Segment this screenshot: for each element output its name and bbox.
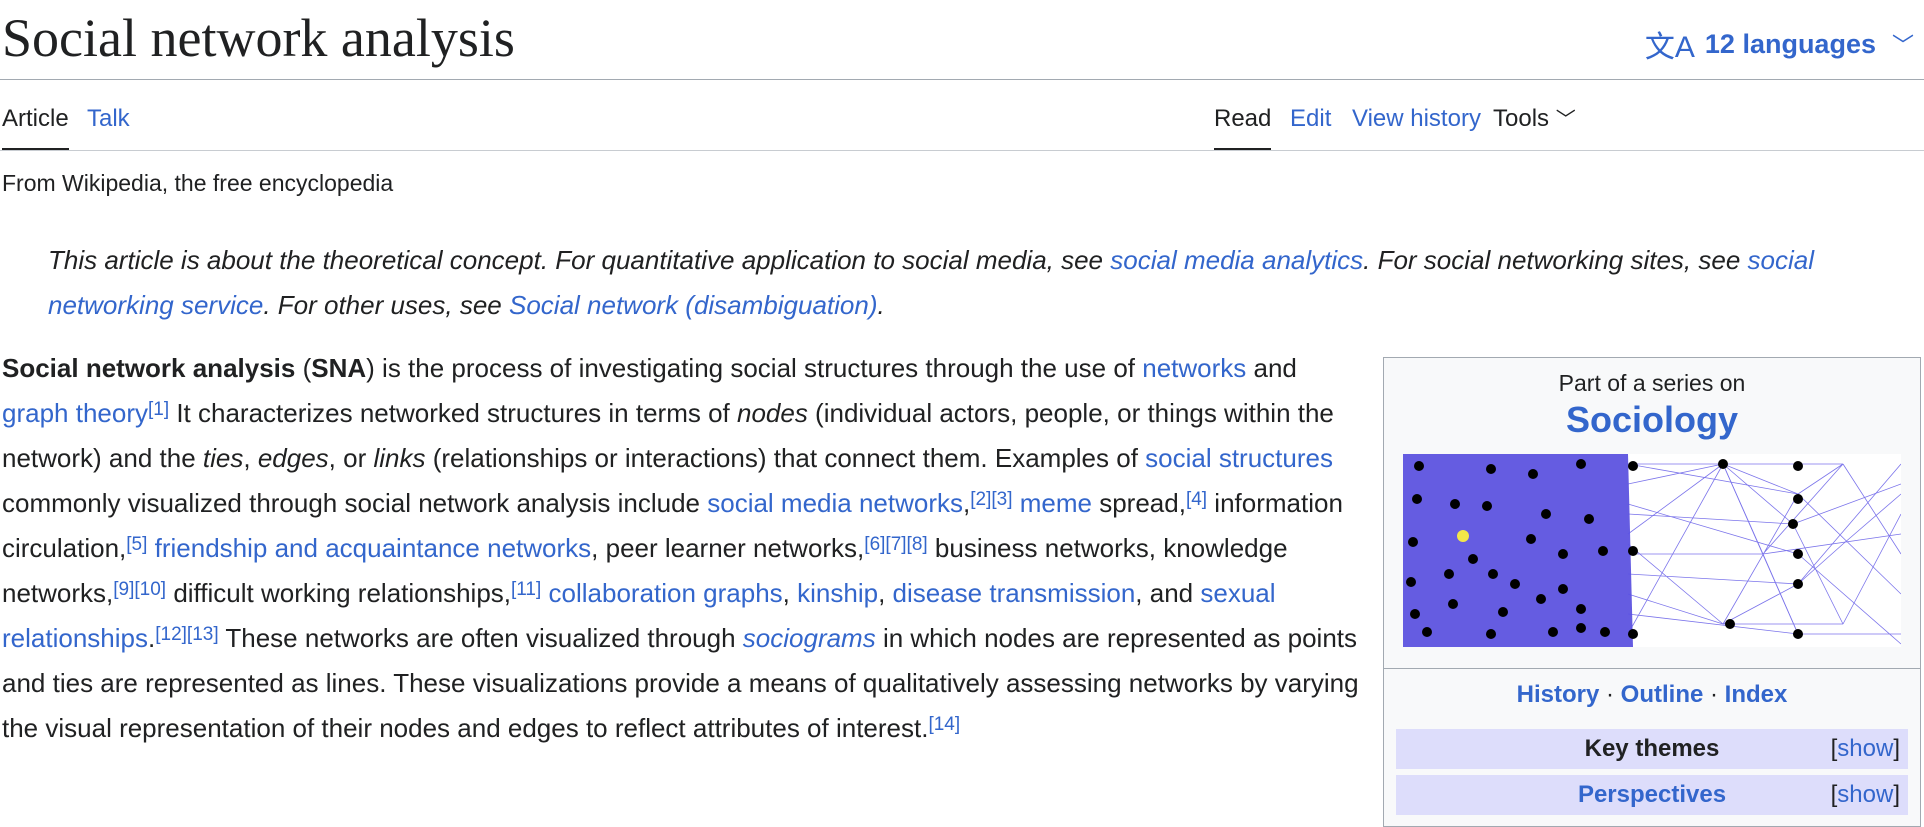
translate-icon: 文A: [1644, 31, 1695, 64]
social-network-graph-image[interactable]: [1403, 454, 1901, 647]
citation-14[interactable]: [14]: [928, 714, 960, 735]
hatnote-text: . For other uses, see: [263, 290, 509, 320]
tab-edit[interactable]: Edit: [1290, 98, 1331, 148]
tools-menu-button[interactable]: Tools ﹀: [1493, 98, 1576, 149]
citation-8[interactable]: [8]: [907, 534, 928, 555]
tab-article[interactable]: Article: [2, 98, 69, 151]
link-collaboration-graphs[interactable]: collaboration graphs: [549, 578, 783, 608]
languages-label: 12 languages: [1704, 28, 1876, 59]
link-meme[interactable]: meme: [1020, 488, 1092, 518]
bold-term: Social network analysis: [2, 353, 296, 383]
highlighted-node: [1457, 530, 1469, 542]
citation-7[interactable]: [7]: [885, 534, 906, 555]
link-graph-theory[interactable]: graph theory: [2, 398, 148, 428]
citation-4[interactable]: [4]: [1186, 489, 1207, 510]
tab-view-history[interactable]: View history: [1352, 98, 1481, 148]
language-selector-button[interactable]: 文A 12 languages ﹀: [1645, 22, 1914, 66]
tab-read[interactable]: Read: [1214, 98, 1272, 151]
infobox-section-key-themes: Key themes [show]: [1396, 729, 1908, 769]
hatnote: This article is about the theoretical co…: [48, 238, 1888, 328]
link-networks[interactable]: networks: [1142, 353, 1246, 383]
show-link[interactable]: show: [1837, 781, 1893, 808]
citation-9[interactable]: [9]: [113, 579, 134, 600]
separator-dot: ·: [1605, 681, 1614, 708]
separator-dot: ·: [1710, 681, 1718, 708]
bold-abbreviation: SNA: [311, 353, 367, 383]
italic-term: ties: [202, 443, 244, 473]
link-sociograms[interactable]: sociograms: [743, 623, 876, 653]
lead-paragraph: Social network analysis (SNA) is the pro…: [2, 353, 1359, 743]
section-label: Key themes: [1584, 735, 1720, 762]
page-tabs: Article Talk Read Edit View history Tool…: [0, 98, 1924, 151]
link-social-structures[interactable]: social structures: [1145, 443, 1333, 473]
infobox-caption: Part of a series on: [1558, 370, 1746, 396]
italic-term: nodes: [736, 398, 808, 428]
link-social-media-analytics[interactable]: social media analytics: [1110, 245, 1363, 275]
infobox-nav-links: History · Outline · Index: [1384, 668, 1920, 721]
citation-1[interactable]: [1]: [148, 399, 169, 420]
citation-3[interactable]: [3]: [991, 489, 1012, 510]
infobox-series-title[interactable]: Sociology: [1384, 399, 1920, 441]
infobox-section-perspectives: Perspectives [show]: [1396, 775, 1908, 815]
citation-11[interactable]: [11]: [511, 579, 541, 600]
sidebar-infobox: Part of a series on Sociology History · …: [1383, 357, 1921, 827]
link-disease-transmission[interactable]: disease transmission: [893, 578, 1136, 608]
link-kinship[interactable]: kinship: [797, 578, 878, 608]
link-social-media-networks[interactable]: social media networks: [707, 488, 963, 518]
show-toggle[interactable]: [show]: [1831, 729, 1900, 769]
site-tagline: From Wikipedia, the free encyclopedia: [2, 170, 394, 196]
link-social-network-disambiguation[interactable]: Social network (disambiguation): [509, 290, 878, 320]
italic-term: links: [373, 443, 426, 473]
page-title: Social network analysis: [2, 8, 515, 68]
citation-12[interactable]: [12]: [155, 624, 187, 645]
citation-13[interactable]: [13]: [187, 624, 219, 645]
link-sociology[interactable]: Sociology: [1566, 399, 1738, 440]
show-link[interactable]: show: [1837, 735, 1893, 762]
show-toggle[interactable]: [show]: [1831, 775, 1900, 815]
tools-label: Tools: [1493, 105, 1550, 132]
citation-10[interactable]: [10]: [134, 579, 166, 600]
link-history[interactable]: History: [1517, 681, 1600, 708]
chevron-down-icon: ﹀: [1555, 109, 1576, 131]
hatnote-text: This article is about the theoretical co…: [48, 245, 1111, 275]
link-index[interactable]: Index: [1725, 681, 1788, 708]
citation-2[interactable]: [2]: [970, 489, 991, 510]
hatnote-text: .: [877, 290, 885, 320]
tabs-divider: [0, 150, 1924, 151]
citation-5[interactable]: [5]: [126, 534, 147, 555]
link-friendship-networks[interactable]: friendship and acquaintance networks: [155, 533, 592, 563]
section-label[interactable]: Perspectives: [1578, 781, 1726, 808]
title-divider: [0, 79, 1924, 80]
citation-6[interactable]: [6]: [864, 534, 885, 555]
hatnote-text: . For social networking sites, see: [1363, 245, 1748, 275]
article-body: Social network analysis (SNA) is the pro…: [2, 346, 1362, 765]
tab-talk[interactable]: Talk: [87, 98, 130, 148]
link-outline[interactable]: Outline: [1621, 681, 1704, 708]
italic-term: edges: [257, 443, 329, 473]
chevron-down-icon: ﹀: [1891, 33, 1914, 58]
